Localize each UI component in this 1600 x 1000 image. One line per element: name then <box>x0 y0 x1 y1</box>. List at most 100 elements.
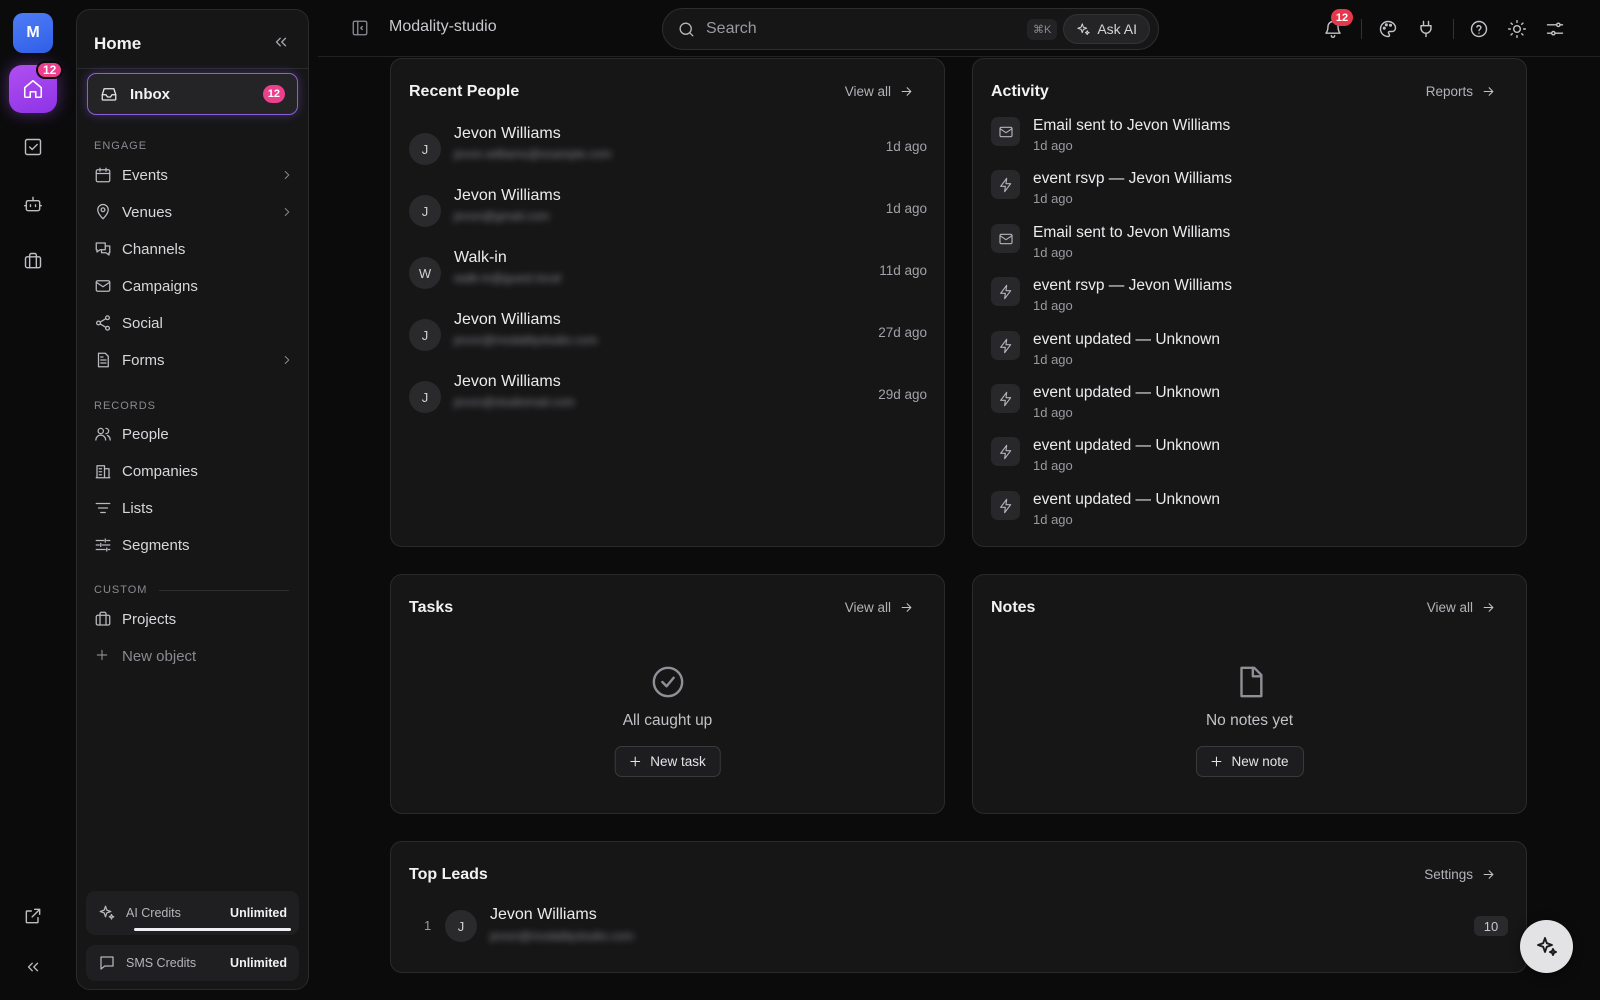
activity-item[interactable]: event rsvp — Jevon Williams 1d ago <box>991 277 1511 323</box>
activity-item[interactable]: Email sent to Jevon Williams 1d ago <box>991 117 1511 163</box>
rail-bot-button[interactable] <box>19 190 47 218</box>
list-item[interactable]: J Jevon Williams jevon@gmail.com 1d ago <box>409 187 927 237</box>
top-leads-settings-link[interactable]: Settings <box>1424 867 1496 882</box>
section-label-records: RECORDS <box>94 400 157 412</box>
sidebar-item-label: Segments <box>122 536 190 554</box>
sidebar-item-venues[interactable]: Venues <box>94 199 294 225</box>
list-item[interactable]: J Jevon Williams jevon@modalitystudio.co… <box>409 311 927 361</box>
sidebar-item-forms[interactable]: Forms <box>94 347 294 373</box>
sparkles-icon <box>99 905 115 920</box>
ai-credits[interactable]: AI Credits Unlimited <box>86 891 299 935</box>
list-item[interactable]: W Walk-in walk-in@guest.local 11d ago <box>409 249 927 299</box>
external-link-icon <box>25 908 41 924</box>
link-label: Reports <box>1425 84 1473 99</box>
rail-projects-button[interactable] <box>19 247 47 275</box>
list-item[interactable]: J Jevon Williams jevon.williams@example.… <box>409 125 927 175</box>
activity-item[interactable]: event updated — Unknown 1d ago <box>991 437 1511 483</box>
integrations-button[interactable] <box>1416 19 1436 39</box>
ask-ai-button[interactable]: Ask AI <box>1063 14 1150 44</box>
notes-card: Notes View all No notes yet New note <box>972 574 1527 814</box>
tasks-card: Tasks View all All caught up New task <box>390 574 945 814</box>
activity-item[interactable]: event rsvp — Jevon Williams 1d ago <box>991 170 1511 216</box>
sidebar-item-label: Forms <box>122 351 165 369</box>
document-icon <box>97 352 109 368</box>
sidebar-item-social[interactable]: Social <box>94 310 294 336</box>
inbox-icon <box>101 88 117 101</box>
link-label: View all <box>844 600 891 615</box>
bolt-icon <box>999 391 1011 406</box>
person-time: 11d ago <box>879 263 927 278</box>
activity-text: event updated — Unknown <box>1033 331 1220 348</box>
search-input[interactable]: Search <box>706 20 757 38</box>
sidebar-title: Home <box>94 34 142 53</box>
new-note-button[interactable]: New note <box>1195 746 1304 777</box>
sidebar-item-events[interactable]: Events <box>94 162 294 188</box>
sidebar-item-segments[interactable]: Segments <box>94 532 294 558</box>
activity-card: Activity Reports Email sent to Jevon Wil… <box>972 58 1527 547</box>
person-email: jevon@modalitystudio.com <box>454 333 598 347</box>
plus-icon <box>96 649 108 661</box>
activity-time: 1d ago <box>1033 245 1073 260</box>
ai-credits-bar <box>134 928 291 931</box>
activity-item[interactable]: event updated — Unknown 1d ago <box>991 331 1511 377</box>
sidebar-item-inbox[interactable]: Inbox 12 <box>87 73 298 115</box>
sidebar-item-companies[interactable]: Companies <box>94 458 294 484</box>
ask-ai-label: Ask AI <box>1097 21 1137 37</box>
sidebar-collapse-button[interactable] <box>272 33 290 51</box>
new-object-button[interactable]: New object <box>94 643 294 669</box>
avatar: J <box>409 381 441 413</box>
sidebar-item-campaigns[interactable]: Campaigns <box>94 273 294 299</box>
tasks-view-all[interactable]: View all <box>845 600 914 615</box>
theme-palette-button[interactable] <box>1378 19 1398 39</box>
sidebar-item-channels[interactable]: Channels <box>94 236 294 262</box>
link-label: View all <box>844 84 891 99</box>
preferences-button[interactable] <box>1545 19 1565 39</box>
sidebar-item-label: People <box>122 425 169 443</box>
card-title: Activity <box>991 83 1049 100</box>
rail-external-button[interactable] <box>19 902 47 930</box>
topbar-separator <box>1453 19 1454 39</box>
lead-score: 10 <box>1474 916 1508 936</box>
activity-item[interactable]: Email sent to Jevon Williams 1d ago <box>991 224 1511 270</box>
ai-assistant-fab[interactable] <box>1520 920 1573 973</box>
activity-text: event updated — Unknown <box>1033 437 1220 454</box>
activity-text: event updated — Unknown <box>1033 491 1220 508</box>
activity-item[interactable]: event updated — Unknown 1d ago <box>991 384 1511 430</box>
message-square-icon <box>100 956 114 970</box>
new-task-button[interactable]: New task <box>614 746 721 777</box>
sidebar-item-label: Events <box>122 166 168 184</box>
sidebar-item-people[interactable]: People <box>94 421 294 447</box>
activity-item[interactable]: event updated — Unknown 1d ago <box>991 491 1511 537</box>
workspace-breadcrumb[interactable]: Modality-studio <box>389 18 497 36</box>
list-item[interactable]: J Jevon Williams jevon@studiomail.com 29… <box>409 373 927 423</box>
theme-toggle-button[interactable] <box>1507 19 1527 39</box>
notes-view-all[interactable]: View all <box>1427 600 1496 615</box>
button-label: New task <box>650 754 706 769</box>
person-name: Jevon Williams <box>454 311 561 328</box>
briefcase-icon <box>24 252 42 269</box>
search-bar[interactable]: Search ⌘K Ask AI <box>662 8 1159 50</box>
help-button[interactable] <box>1469 19 1489 39</box>
rail-tasks-button[interactable] <box>19 133 47 161</box>
plus-icon <box>1211 756 1221 767</box>
sidebar: Home Inbox 12 ENGAGE Events Venues Chann… <box>76 9 309 990</box>
avatar: J <box>445 910 477 942</box>
activity-reports-link[interactable]: Reports <box>1426 84 1496 99</box>
person-time: 1d ago <box>885 139 927 154</box>
sidebar-item-label: Companies <box>122 462 198 480</box>
rail-collapse-button[interactable] <box>19 953 47 981</box>
sidebar-item-projects[interactable]: Projects <box>94 606 294 632</box>
recent-people-view-all[interactable]: View all <box>845 84 914 99</box>
sms-credits[interactable]: SMS Credits Unlimited <box>86 945 299 981</box>
sidebar-item-lists[interactable]: Lists <box>94 495 294 521</box>
person-name: Jevon Williams <box>454 125 561 142</box>
sidebar-divider <box>77 68 308 69</box>
activity-text: Email sent to Jevon Williams <box>1033 224 1231 241</box>
workspace-avatar[interactable]: M <box>13 13 53 53</box>
lead-rank: 1 <box>424 918 432 933</box>
building-icon <box>95 465 111 479</box>
card-title: Tasks <box>409 599 454 616</box>
toggle-panel-button[interactable] <box>351 19 369 37</box>
person-email: jevon@gmail.com <box>454 209 550 223</box>
arrow-right-icon <box>1483 87 1494 96</box>
